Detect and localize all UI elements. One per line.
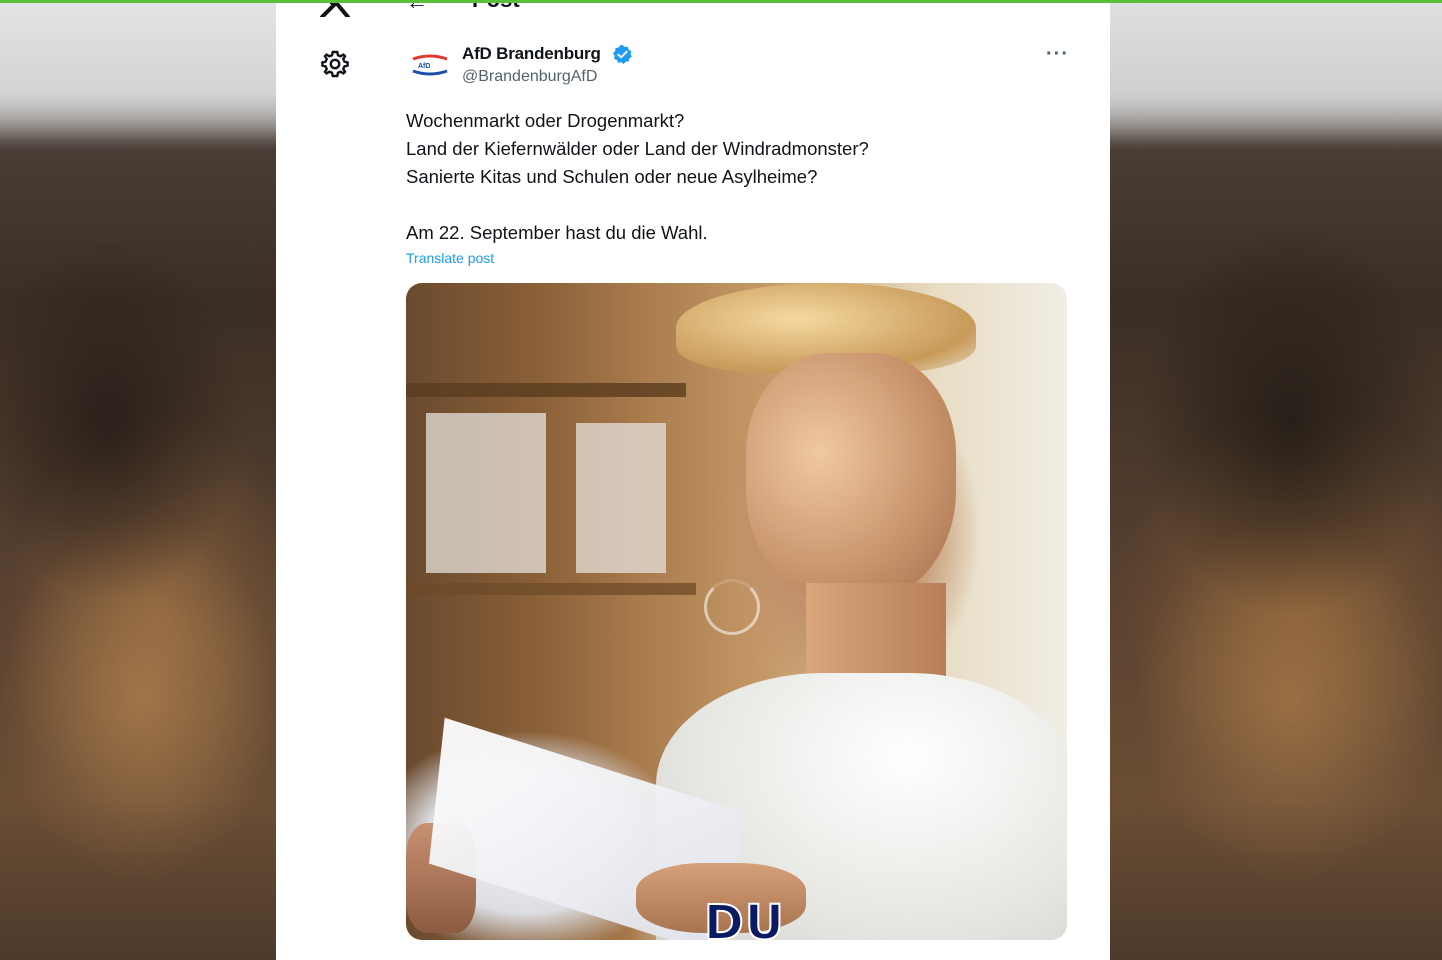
- background-shelf: [406, 583, 696, 595]
- avatar[interactable]: AfD: [410, 51, 450, 81]
- x-logo-icon[interactable]: [318, 3, 352, 19]
- blurred-background-left: [0, 0, 276, 960]
- verified-badge-icon: [612, 44, 633, 65]
- gear-icon[interactable]: [320, 49, 350, 79]
- background-shelf: [406, 383, 686, 397]
- blurred-background-right: [1110, 0, 1442, 960]
- more-options-icon[interactable]: ···: [1046, 43, 1069, 66]
- post-line: Sanierte Kitas und Schulen oder neue Asy…: [406, 166, 818, 187]
- loading-spinner-icon: [704, 579, 760, 635]
- post-image[interactable]: DU: [406, 283, 1067, 940]
- author-name[interactable]: AfD Brandenburg: [462, 44, 601, 64]
- back-arrow-icon[interactable]: ←: [406, 3, 428, 15]
- post-page: ← Post AfD AfD Brandenburg @BrandenburgA…: [276, 3, 1110, 960]
- post-line: Land der Kiefernwälder oder Land der Win…: [406, 138, 869, 159]
- post-line: Wochenmarkt oder Drogenmarkt?: [406, 110, 685, 131]
- translate-post-link[interactable]: Translate post: [406, 250, 494, 266]
- post-line: Am 22. September hast du die Wahl.: [406, 222, 708, 243]
- author-handle[interactable]: @BrandenburgAfD: [462, 68, 597, 86]
- svg-text:AfD: AfD: [418, 63, 430, 70]
- page-title: Post: [472, 3, 520, 13]
- image-overlay-text: DU: [703, 894, 785, 940]
- background-box: [576, 423, 666, 573]
- post-body: Wochenmarkt oder Drogenmarkt? Land der K…: [406, 107, 1026, 247]
- background-box: [426, 413, 546, 573]
- photo-face: [746, 353, 956, 603]
